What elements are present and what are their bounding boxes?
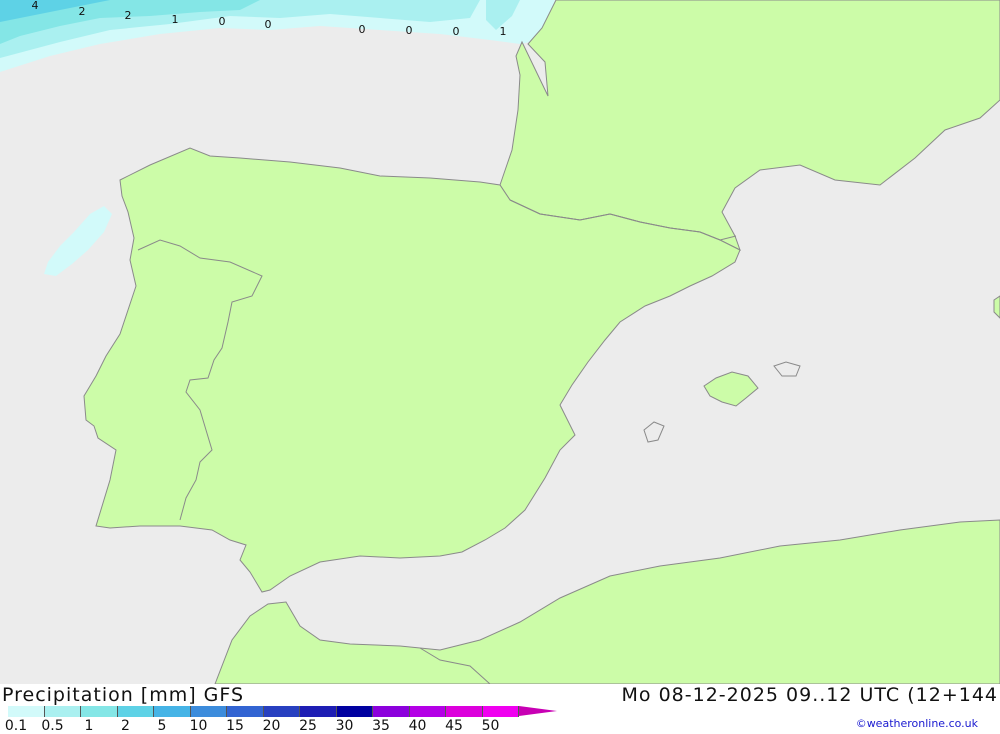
legend-swatch xyxy=(154,706,191,717)
legend-swatch xyxy=(44,706,81,717)
precip-value-label: 0 xyxy=(359,23,366,36)
precip-value-label: 1 xyxy=(172,13,179,26)
legend-swatch xyxy=(117,706,154,717)
precip-value-label: 0 xyxy=(265,18,272,31)
credit-link[interactable]: ©weatheronline.co.uk xyxy=(856,717,978,730)
legend-swatch xyxy=(81,706,118,717)
legend-tick-label: 35 xyxy=(372,718,390,734)
map-footer: Precipitation [mm] GFS Mo 08-12-2025 09.… xyxy=(0,684,1000,734)
precip-value-label: 0 xyxy=(219,15,226,28)
legend-swatch xyxy=(8,706,45,717)
map-datetime: Mo 08-12-2025 09..12 UTC (12+144 xyxy=(621,684,998,706)
legend-tick-label: 0.1 xyxy=(4,718,28,734)
precip-value-label: 0 xyxy=(406,24,413,37)
legend-tick-label: 50 xyxy=(481,718,500,734)
legend-arrow xyxy=(519,706,557,716)
legend-swatch xyxy=(300,706,337,717)
legend-tick-label: 1 xyxy=(84,718,94,734)
legend-swatch xyxy=(482,706,519,717)
precip-value-label: 2 xyxy=(79,5,86,18)
precipitation-map: 4 2 2 1 0 0 0 0 0 1 xyxy=(0,0,1000,685)
color-legend xyxy=(8,706,557,717)
legend-ticks: 0.1 0.5 1 2 5 10 15 20 25 30 35 40 45 50 xyxy=(0,718,560,734)
legend-tick-label: 2 xyxy=(121,718,130,734)
precip-value-label: 4 xyxy=(32,0,39,12)
legend-tick-label: 40 xyxy=(408,718,427,734)
legend-tick-label: 45 xyxy=(445,718,463,734)
legend-swatch xyxy=(446,706,483,717)
legend-tick-label: 25 xyxy=(299,718,317,734)
map-title: Precipitation [mm] GFS xyxy=(2,684,245,706)
legend-swatch xyxy=(227,706,264,717)
precip-value-label: 0 xyxy=(453,25,460,38)
legend-tick-label: 15 xyxy=(226,718,244,734)
legend-tick-label: 10 xyxy=(189,718,208,734)
legend-swatch xyxy=(373,706,410,717)
legend-swatch xyxy=(336,706,373,717)
legend-tick-label: 5 xyxy=(157,718,167,734)
legend-swatch xyxy=(263,706,300,717)
legend-swatch xyxy=(190,706,227,717)
precip-value-label: 2 xyxy=(125,9,132,22)
legend-tick-label: 30 xyxy=(335,718,354,734)
legend-tick-label: 0.5 xyxy=(41,718,64,734)
legend-swatch xyxy=(409,706,446,717)
precip-value-label: 1 xyxy=(500,25,507,38)
legend-tick-label: 20 xyxy=(262,718,281,734)
